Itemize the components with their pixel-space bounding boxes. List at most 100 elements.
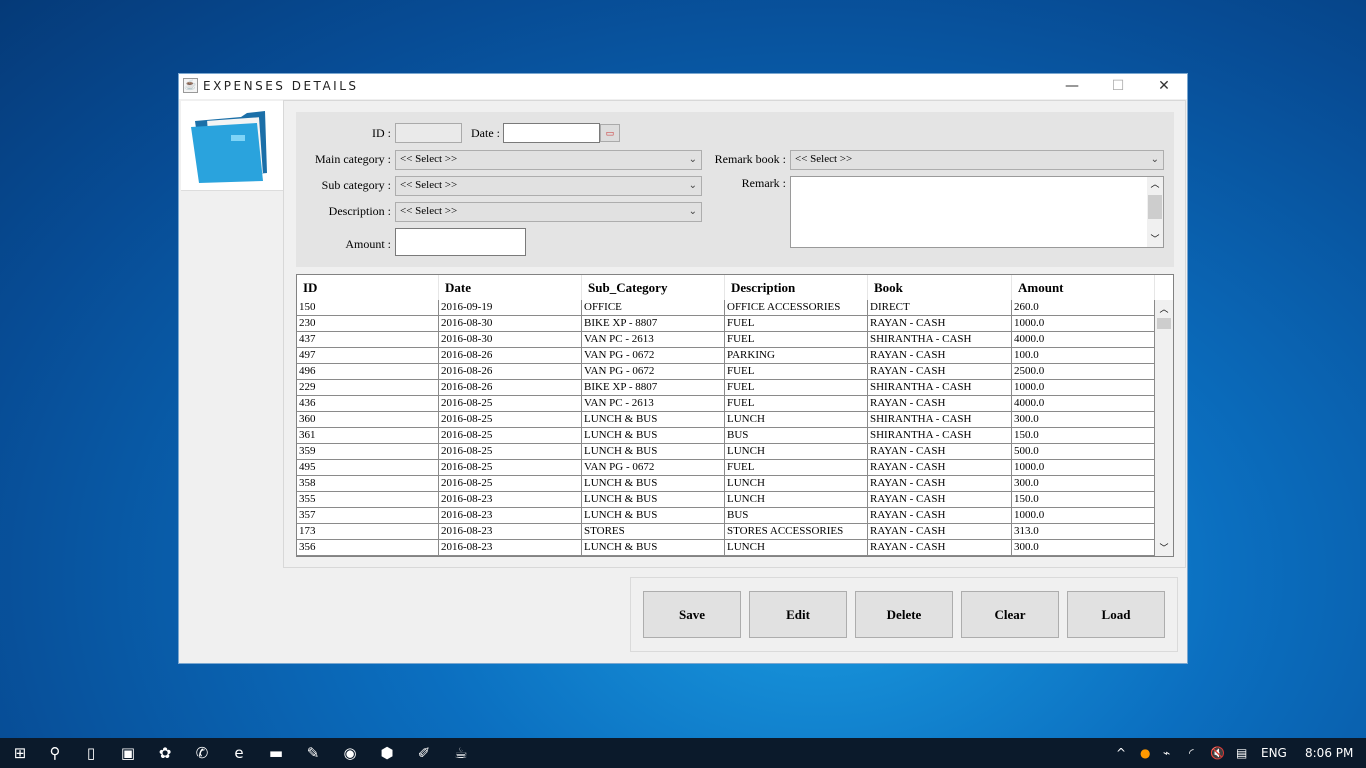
remark-book-select[interactable]: << Select >> ⌄ [790,150,1164,170]
table-cell[interactable]: RAYAN - CASH [868,316,1012,332]
java-app-icon[interactable]: ☕ [443,738,479,768]
table-cell[interactable]: LUNCH [725,476,868,492]
table-cell[interactable]: 1000.0 [1012,316,1155,332]
table-cell[interactable]: 2016-08-30 [439,316,582,332]
table-cell[interactable]: VAN PG - 0672 [582,348,725,364]
close-button[interactable]: ✕ [1141,74,1187,99]
table-cell[interactable]: RAYAN - CASH [868,524,1012,540]
table-row[interactable]: 436 2016-08-25 VAN PC - 2613 FUEL RAYAN - CA… [297,396,1155,412]
delete-button[interactable]: Delete [855,591,953,638]
table-cell[interactable]: 2016-08-26 [439,380,582,396]
table-row[interactable]: 497 2016-08-26 VAN PG - 0672 PARKING RAYAN -… [297,348,1155,364]
table-cell[interactable]: RAYAN - CASH [868,396,1012,412]
remark-textarea[interactable]: ︿ ﹀ [790,176,1164,248]
table-cell[interactable]: 300.0 [1012,540,1155,556]
table-cell[interactable]: LUNCH [725,412,868,428]
table-row[interactable]: 357 2016-08-23 LUNCH & BUS BUS RAYAN - CASH 1… [297,508,1155,524]
minimize-button[interactable]: — [1049,74,1095,99]
table-cell[interactable]: 360 [297,412,439,428]
show-hidden-icons-icon[interactable]: ^ [1116,738,1126,768]
column-header[interactable]: Date [439,275,582,300]
table-cell[interactable]: RAYAN - CASH [868,508,1012,524]
table-row[interactable]: 437 2016-08-30 VAN PC - 2613 FUEL SHIRANTHA … [297,332,1155,348]
table-cell[interactable]: 100.0 [1012,348,1155,364]
table-cell[interactable]: 2016-08-26 [439,348,582,364]
table-cell[interactable]: 2016-08-25 [439,476,582,492]
table-cell[interactable]: STORES ACCESSORIES [725,524,868,540]
notepad-icon[interactable]: ✎ [295,738,331,768]
main-category-select[interactable]: << Select >> ⌄ [395,150,702,170]
language-indicator[interactable]: ENG [1261,738,1287,768]
table-cell[interactable]: SHIRANTHA - CASH [868,412,1012,428]
table-cell[interactable]: 357 [297,508,439,524]
table-cell[interactable]: OFFICE ACCESSORIES [725,300,868,316]
scroll-down-icon[interactable]: ﹀ [1155,541,1173,554]
load-button[interactable]: Load [1067,591,1165,638]
table-row[interactable]: 495 2016-08-25 VAN PG - 0672 FUEL RAYAN - CA… [297,460,1155,476]
paint-brush-icon[interactable]: ✐ [406,738,442,768]
table-cell[interactable]: BIKE XP - 8807 [582,380,725,396]
table-cell[interactable]: FUEL [725,396,868,412]
table-cell[interactable]: 2016-08-30 [439,332,582,348]
table-row[interactable]: 496 2016-08-26 VAN PG - 0672 FUEL RAYAN - CA… [297,364,1155,380]
table-cell[interactable]: LUNCH & BUS [582,508,725,524]
edge-icon[interactable]: e [221,738,257,768]
column-header[interactable]: Book [868,275,1012,300]
power-icon[interactable]: ⌁ [1163,738,1170,768]
table-cell[interactable]: 358 [297,476,439,492]
task-view-icon[interactable]: ▯ [73,738,109,768]
table-cell[interactable]: 1000.0 [1012,460,1155,476]
table-cell[interactable]: 2016-08-23 [439,492,582,508]
column-header[interactable]: ID [297,275,439,300]
table-cell[interactable]: 4000.0 [1012,396,1155,412]
start-icon[interactable]: ⊞ [2,738,38,768]
table-cell[interactable]: 497 [297,348,439,364]
table-cell[interactable]: VAN PG - 0672 [582,460,725,476]
table-cell[interactable]: SHIRANTHA - CASH [868,428,1012,444]
table-cell[interactable]: DIRECT [868,300,1012,316]
table-cell[interactable]: LUNCH [725,492,868,508]
maximize-button[interactable]: ☐ [1095,74,1141,99]
table-cell[interactable]: 436 [297,396,439,412]
table-row[interactable]: 359 2016-08-25 LUNCH & BUS LUNCH RAYAN - CAS… [297,444,1155,460]
table-cell[interactable]: 2016-09-19 [439,300,582,316]
table-cell[interactable]: VAN PC - 2613 [582,332,725,348]
table-cell[interactable]: 355 [297,492,439,508]
table-row[interactable]: 356 2016-08-23 LUNCH & BUS LUNCH RAYAN - CAS… [297,540,1155,556]
sub-category-select[interactable]: << Select >> ⌄ [395,176,702,196]
chrome-icon[interactable]: ◉ [332,738,368,768]
volume-muted-icon[interactable]: 🔇 [1210,738,1225,768]
store-icon[interactable]: ▣ [110,738,146,768]
table-cell[interactable]: RAYAN - CASH [868,476,1012,492]
table-cell[interactable]: 359 [297,444,439,460]
file-explorer-icon[interactable]: ▬ [258,738,294,768]
table-cell[interactable]: LUNCH [725,444,868,460]
scroll-down-icon[interactable]: ﹀ [1147,232,1163,245]
table-cell[interactable]: LUNCH [725,540,868,556]
column-header[interactable]: Description [725,275,868,300]
wifi-icon[interactable]: ◜ [1189,738,1194,768]
table-cell[interactable]: 2016-08-23 [439,524,582,540]
table-cell[interactable]: 1000.0 [1012,508,1155,524]
table-cell[interactable]: PARKING [725,348,868,364]
table-cell[interactable]: RAYAN - CASH [868,444,1012,460]
table-cell[interactable]: RAYAN - CASH [868,348,1012,364]
clear-button[interactable]: Clear [961,591,1059,638]
column-header[interactable]: Amount [1012,275,1155,300]
table-row[interactable]: 360 2016-08-25 LUNCH & BUS LUNCH SHIRANTHA -… [297,412,1155,428]
table-cell[interactable]: LUNCH & BUS [582,412,725,428]
table-row[interactable]: 150 2016-09-19 OFFICE OFFICE ACCESSORIES DIR… [297,300,1155,316]
table-cell[interactable]: LUNCH & BUS [582,492,725,508]
scroll-thumb[interactable] [1148,195,1162,219]
table-cell[interactable]: LUNCH & BUS [582,444,725,460]
table-cell[interactable]: 361 [297,428,439,444]
table-cell[interactable]: 150.0 [1012,492,1155,508]
clock[interactable]: 8:06 PM [1305,738,1353,768]
table-cell[interactable]: 300.0 [1012,476,1155,492]
table-cell[interactable]: RAYAN - CASH [868,364,1012,380]
notification-icon[interactable]: ▤ [1236,738,1247,768]
description-select[interactable]: << Select >> ⌄ [395,202,702,222]
table-cell[interactable]: FUEL [725,332,868,348]
table-cell[interactable]: FUEL [725,316,868,332]
table-cell[interactable]: 356 [297,540,439,556]
